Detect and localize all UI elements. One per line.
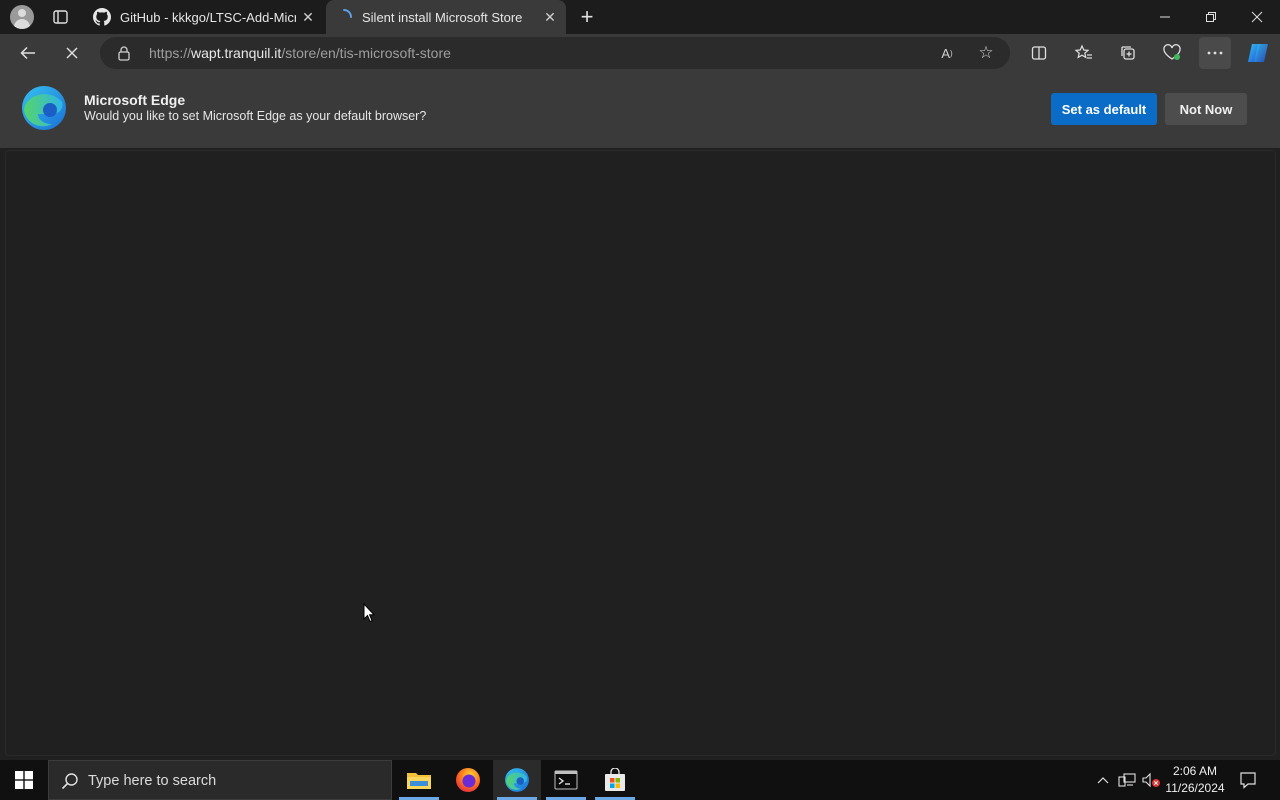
loading-spinner-icon [335,8,353,26]
read-aloud-icon[interactable]: A) [936,43,958,63]
minimize-icon[interactable] [1142,0,1188,34]
url-path: /store/en/tis-microsoft-store [281,45,451,61]
not-now-button[interactable]: Not Now [1165,93,1247,125]
terminal-icon[interactable] [542,760,590,800]
infobar-title: Microsoft Edge [84,92,186,108]
search-placeholder: Type here to search [88,773,217,789]
lock-icon[interactable] [116,45,132,61]
new-tab-icon[interactable]: + [575,4,599,29]
firefox-icon[interactable] [444,760,492,800]
tab-strip: GitHub - kkkgo/LTSC-Add-Microsoft-Store … [0,0,1280,34]
address-bar[interactable]: https://wapt.tranquil.it/store/en/tis-mi… [100,37,1010,69]
tab-actions-icon[interactable] [46,5,74,29]
set-as-default-button[interactable]: Set as default [1051,93,1157,125]
url-text[interactable]: https://wapt.tranquil.it/store/en/tis-mi… [149,45,451,61]
microsoft-store-icon[interactable] [591,760,639,800]
network-icon[interactable] [1116,760,1138,800]
show-hidden-icons-icon[interactable] [1094,760,1112,800]
tab-close-icon[interactable]: ✕ [538,5,562,29]
taskbar-search-box[interactable]: Type here to search [48,760,392,800]
start-button[interactable] [0,760,48,800]
notifications-icon[interactable] [1234,760,1262,800]
url-scheme: https:// [149,45,192,61]
edge-logo-icon [20,84,68,132]
tab-github[interactable]: GitHub - kkkgo/LTSC-Add-Microsoft-Store … [84,0,324,34]
taskbar: Type here to search 2:06 AM 11/26/2024 [0,760,1280,800]
close-window-icon[interactable] [1234,0,1280,34]
profile-avatar[interactable] [10,5,34,29]
clock-date: 11/26/2024 [1165,781,1225,795]
page-content[interactable] [5,150,1276,756]
collections-icon[interactable] [1112,37,1144,69]
favorites-icon[interactable] [1068,37,1100,69]
taskbar-clock[interactable]: 2:06 AM 11/26/2024 [1161,763,1229,797]
restore-icon[interactable] [1188,0,1234,34]
more-options-icon[interactable] [1199,37,1231,69]
favorite-star-icon[interactable]: ☆ [975,43,997,63]
browser-essentials-icon[interactable] [1156,37,1188,69]
edge-icon[interactable] [493,760,541,800]
github-icon [93,8,111,26]
volume-muted-icon[interactable] [1140,760,1162,800]
default-browser-infobar: Microsoft Edge Would you like to set Mic… [0,72,1280,148]
clock-time: 2:06 AM [1172,764,1218,778]
desktop-screen: GitHub - kkkgo/LTSC-Add-Microsoft-Store … [0,0,1280,800]
tab-title: Silent install Microsoft Store [362,9,523,25]
url-host: wapt.tranquil.it [191,45,282,61]
infobar-message: Would you like to set Microsoft Edge as … [84,109,427,123]
copilot-icon[interactable] [1242,37,1274,69]
mouse-cursor-icon [363,602,376,623]
file-explorer-icon[interactable] [395,760,443,800]
split-screen-icon[interactable] [1023,37,1055,69]
search-icon [61,772,79,790]
tab-close-icon[interactable]: ✕ [296,5,320,29]
browser-toolbar: https://wapt.tranquil.it/store/en/tis-mi… [0,34,1280,72]
tab-silent-install[interactable]: Silent install Microsoft Store ✕ [326,0,566,34]
stop-loading-icon[interactable] [56,37,88,69]
back-icon[interactable] [12,37,44,69]
tab-title: GitHub - kkkgo/LTSC-Add-Microsoft-Store [120,9,296,25]
